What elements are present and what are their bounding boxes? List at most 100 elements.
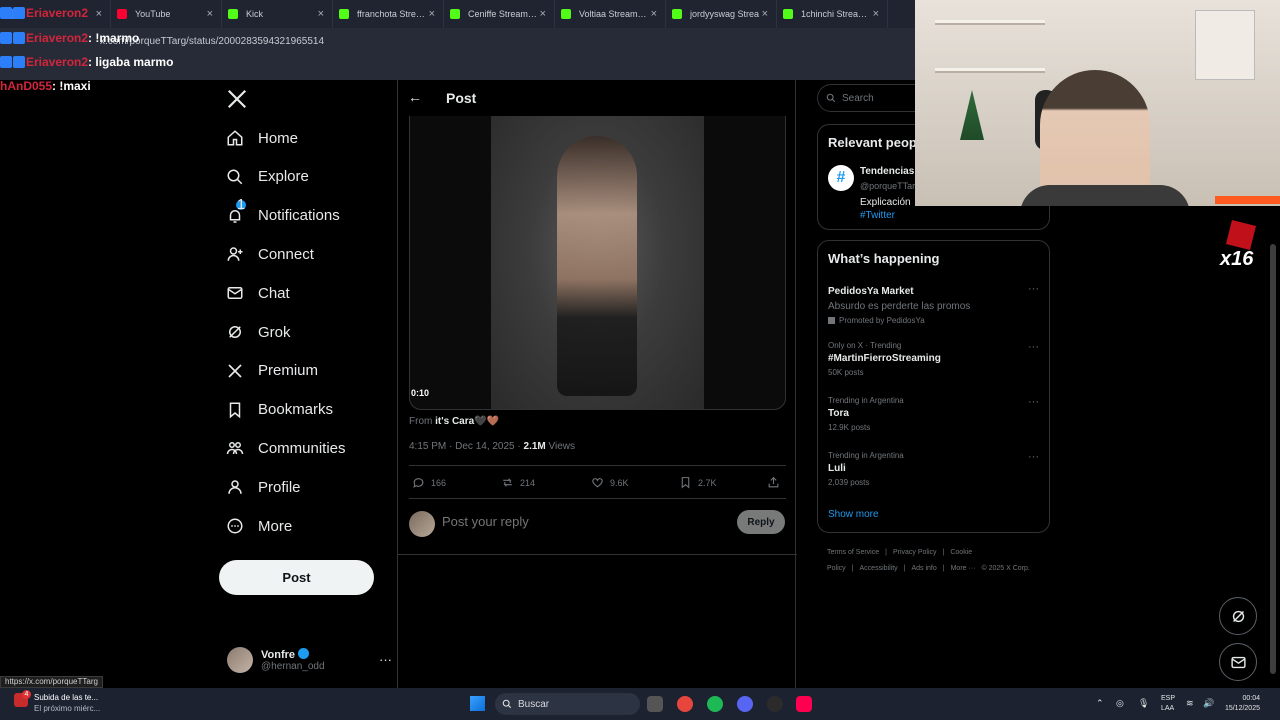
trend-more-icon[interactable]: ···: [1028, 451, 1039, 463]
grok-fab[interactable]: [1219, 597, 1257, 635]
microphone-icon[interactable]: 🎙: [1138, 698, 1149, 709]
network-icon[interactable]: ◎: [1116, 698, 1124, 709]
browser-tab[interactable]: jordyyswag Strea ×: [666, 0, 777, 28]
close-tab-icon[interactable]: ×: [207, 8, 213, 20]
tab-favicon-icon: [561, 9, 571, 19]
repost-icon: [503, 478, 512, 487]
promoted-label: Promoted by PedidosYa: [839, 316, 925, 325]
video-player[interactable]: [409, 116, 786, 410]
hashtag-avatar-icon[interactable]: #: [828, 165, 854, 191]
wifi-icon[interactable]: ≋: [1186, 698, 1194, 709]
nav-item-profile[interactable]: Profile: [226, 474, 301, 500]
tab-label: ffranchota Stream: [357, 9, 427, 19]
footer-link[interactable]: Privacy Policy: [893, 549, 937, 556]
home-icon: [227, 130, 243, 146]
video-frame[interactable]: [491, 116, 704, 409]
from-name-link[interactable]: it's Cara🖤🤎: [435, 416, 499, 427]
tab-label: Voltiaa Stream - V: [579, 9, 649, 19]
close-tab-icon[interactable]: ×: [873, 8, 879, 20]
trend-count: 2,039 posts: [828, 478, 870, 487]
account-switcher[interactable]: Vonfre @hernan_odd ···: [227, 642, 392, 678]
nav-item-bookmarks[interactable]: Bookmarks: [226, 397, 333, 423]
nav-item-more[interactable]: More: [226, 513, 292, 539]
taskbar-notif-title[interactable]: Subida de las te...: [34, 693, 98, 702]
bookmark-count: 2.7K: [698, 477, 717, 488]
close-tab-icon[interactable]: ×: [540, 8, 546, 20]
trend-item[interactable]: Only on X · Trending #MartinFierroStreami…: [828, 341, 1041, 377]
show-more-link[interactable]: Show more: [828, 509, 879, 520]
browser-tab[interactable]: ffranchota Stream ×: [333, 0, 444, 28]
video-content: [557, 136, 637, 396]
post-header: ← Post: [398, 80, 797, 116]
chevron-up-icon[interactable]: ⌃: [1096, 698, 1104, 709]
nav-item-chat[interactable]: Chat: [226, 280, 290, 306]
reply-input[interactable]: [442, 514, 692, 529]
scrollbar[interactable]: [1270, 244, 1276, 674]
windows-start-icon[interactable]: [470, 696, 485, 711]
trend-name: Tora: [828, 408, 849, 419]
repost-count: 214: [520, 477, 536, 488]
trend-item[interactable]: Trending in Argentina Luli 2,039 posts ···: [828, 451, 1041, 487]
more-options-icon[interactable]: ···: [379, 652, 392, 667]
messages-fab[interactable]: [1219, 643, 1257, 681]
trend-more-icon[interactable]: ···: [1028, 341, 1039, 353]
close-tab-icon[interactable]: ×: [651, 8, 657, 20]
tab-favicon-icon: [450, 9, 460, 19]
post-timestamp[interactable]: 4:15 PM · Dec 14, 2025 ·: [409, 441, 524, 452]
trend-item[interactable]: PedidosYa Market Absurdo es perderte las …: [828, 283, 1041, 325]
reply-action[interactable]: 166: [412, 476, 446, 489]
chrome-icon[interactable]: [677, 696, 693, 712]
x-icon: [228, 364, 242, 378]
clock-time: 00:04: [1242, 695, 1260, 702]
file-explorer-icon[interactable]: [647, 696, 663, 712]
footer-link[interactable]: Terms of Service: [827, 549, 879, 556]
share-icon: [768, 476, 779, 488]
repost-action[interactable]: 214: [501, 476, 535, 489]
nav-item-grok[interactable]: Grok: [226, 319, 291, 345]
browser-tab[interactable]: Voltiaa Stream - V ×: [555, 0, 666, 28]
browser-tab[interactable]: YouTube ×: [111, 0, 222, 28]
like-action[interactable]: 9.6K: [591, 476, 629, 489]
nav-item-explore[interactable]: Explore: [226, 164, 309, 190]
page-title: Post: [446, 90, 477, 106]
bookmark-action[interactable]: 2.7K: [679, 476, 717, 489]
tiktok-icon[interactable]: [796, 696, 812, 712]
trend-more-icon[interactable]: ···: [1028, 396, 1039, 408]
browser-tab[interactable]: Kick ×: [222, 0, 333, 28]
footer-link[interactable]: © 2025 X Corp.: [981, 565, 1029, 572]
relevant-name[interactable]: Tendencias: [860, 166, 916, 177]
close-tab-icon[interactable]: ×: [318, 8, 324, 20]
taskbar-clock[interactable]: 00:04 15/12/2025: [1222, 694, 1260, 714]
obs-icon[interactable]: [767, 696, 783, 712]
footer-link[interactable]: Accessibility: [860, 565, 898, 572]
search-input[interactable]: Search: [817, 84, 917, 112]
volume-icon[interactable]: 🔊: [1203, 698, 1214, 709]
taskbar-search[interactable]: Buscar: [495, 693, 640, 715]
browser-tab[interactable]: 1chinchi Stream - ×: [777, 0, 888, 28]
browser-tab[interactable]: Ceniffe Stream - Vi ×: [444, 0, 555, 28]
share-action[interactable]: [767, 476, 786, 489]
reply-button[interactable]: Reply: [737, 510, 785, 534]
hashtag-link[interactable]: #Twitter: [860, 210, 895, 221]
footer-link[interactable]: Ads info: [911, 565, 936, 572]
footer-link[interactable]: More ···: [951, 565, 976, 572]
language-indicator[interactable]: ESP LAA: [1161, 694, 1175, 714]
nav-item-home[interactable]: Home: [226, 125, 298, 151]
nav-item-connect[interactable]: Connect: [226, 241, 314, 267]
trend-item[interactable]: Trending in Argentina Tora 12.9K posts ···: [828, 396, 1041, 432]
x-logo-icon[interactable]: [226, 88, 248, 110]
nav-item-communities[interactable]: Communities: [226, 435, 346, 461]
nav-item-notifications[interactable]: 1 Notifications: [226, 197, 340, 229]
whats-happening-panel: What’s happening PedidosYa Market Absurdo…: [817, 240, 1050, 533]
close-tab-icon[interactable]: ×: [96, 8, 102, 20]
nav-item-premium[interactable]: Premium: [226, 358, 318, 384]
close-tab-icon[interactable]: ×: [429, 8, 435, 20]
trend-more-icon[interactable]: ···: [1028, 283, 1039, 295]
discord-icon[interactable]: [737, 696, 753, 712]
post-button[interactable]: Post: [219, 560, 374, 595]
windows-taskbar: 4 Subida de las te... El próximo miérc..…: [0, 688, 1280, 720]
chat-username: hAnD055: [0, 79, 53, 93]
back-arrow-icon[interactable]: ←: [408, 89, 422, 105]
close-tab-icon[interactable]: ×: [762, 8, 768, 20]
spotify-icon[interactable]: [707, 696, 723, 712]
